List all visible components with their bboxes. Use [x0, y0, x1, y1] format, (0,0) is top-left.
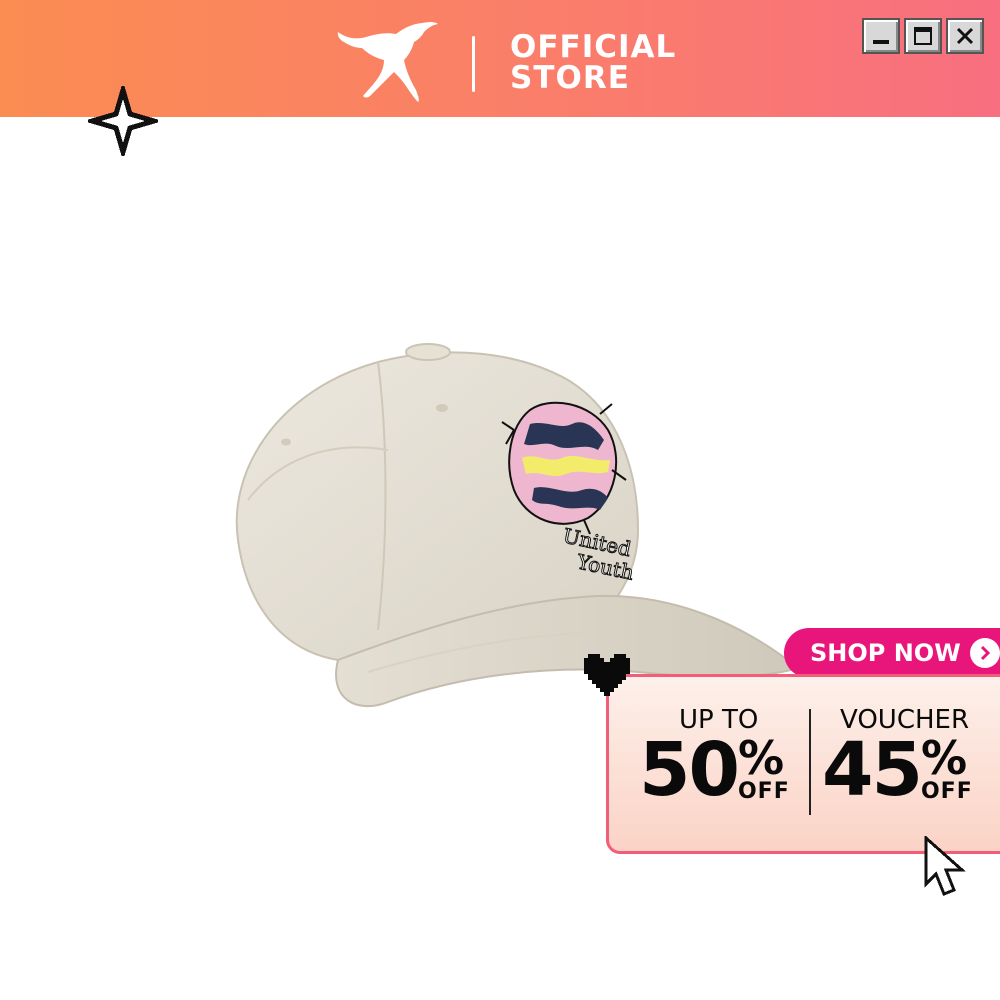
promo-banner[interactable]: UP TO 50% OFF VOUCHER 45% OFF [606, 674, 1000, 854]
shop-now-button[interactable]: SHOP NOW [784, 628, 1000, 678]
promo-discount-value: 50 [639, 727, 740, 813]
promo-voucher: VOUCHER 45% OFF [822, 707, 973, 813]
close-icon [956, 27, 974, 45]
promo-divider [809, 709, 811, 815]
promo-voucher-value: 45 [822, 727, 923, 813]
product-cap-image[interactable]: United Youth [218, 300, 808, 720]
promo-discount: UP TO 50% OFF [639, 707, 790, 813]
brand-divider [472, 36, 475, 92]
chevron-right-icon [969, 638, 1000, 668]
promo-discount-percent: % [737, 731, 785, 785]
maximize-button[interactable] [904, 18, 942, 54]
puma-logo-icon [337, 22, 438, 102]
close-button[interactable] [946, 18, 984, 54]
promo-voucher-percent: % [920, 731, 968, 785]
promo-voucher-off: OFF [920, 779, 973, 804]
window-controls [862, 18, 984, 54]
brand-lockup[interactable]: OFFICIAL STORE [336, 20, 675, 102]
promo-discount-off: OFF [737, 779, 790, 804]
heart-icon [584, 654, 630, 696]
sparkle-icon [88, 86, 158, 156]
maximize-icon [914, 27, 932, 45]
shop-now-label: SHOP NOW [810, 639, 961, 667]
cursor-icon [924, 836, 966, 896]
minimize-icon [873, 40, 889, 44]
minimize-button[interactable] [862, 18, 900, 54]
official-store-label: OFFICIAL STORE [510, 32, 676, 94]
store-line-2: STORE [510, 60, 630, 96]
store-line-1: OFFICIAL [510, 29, 677, 65]
